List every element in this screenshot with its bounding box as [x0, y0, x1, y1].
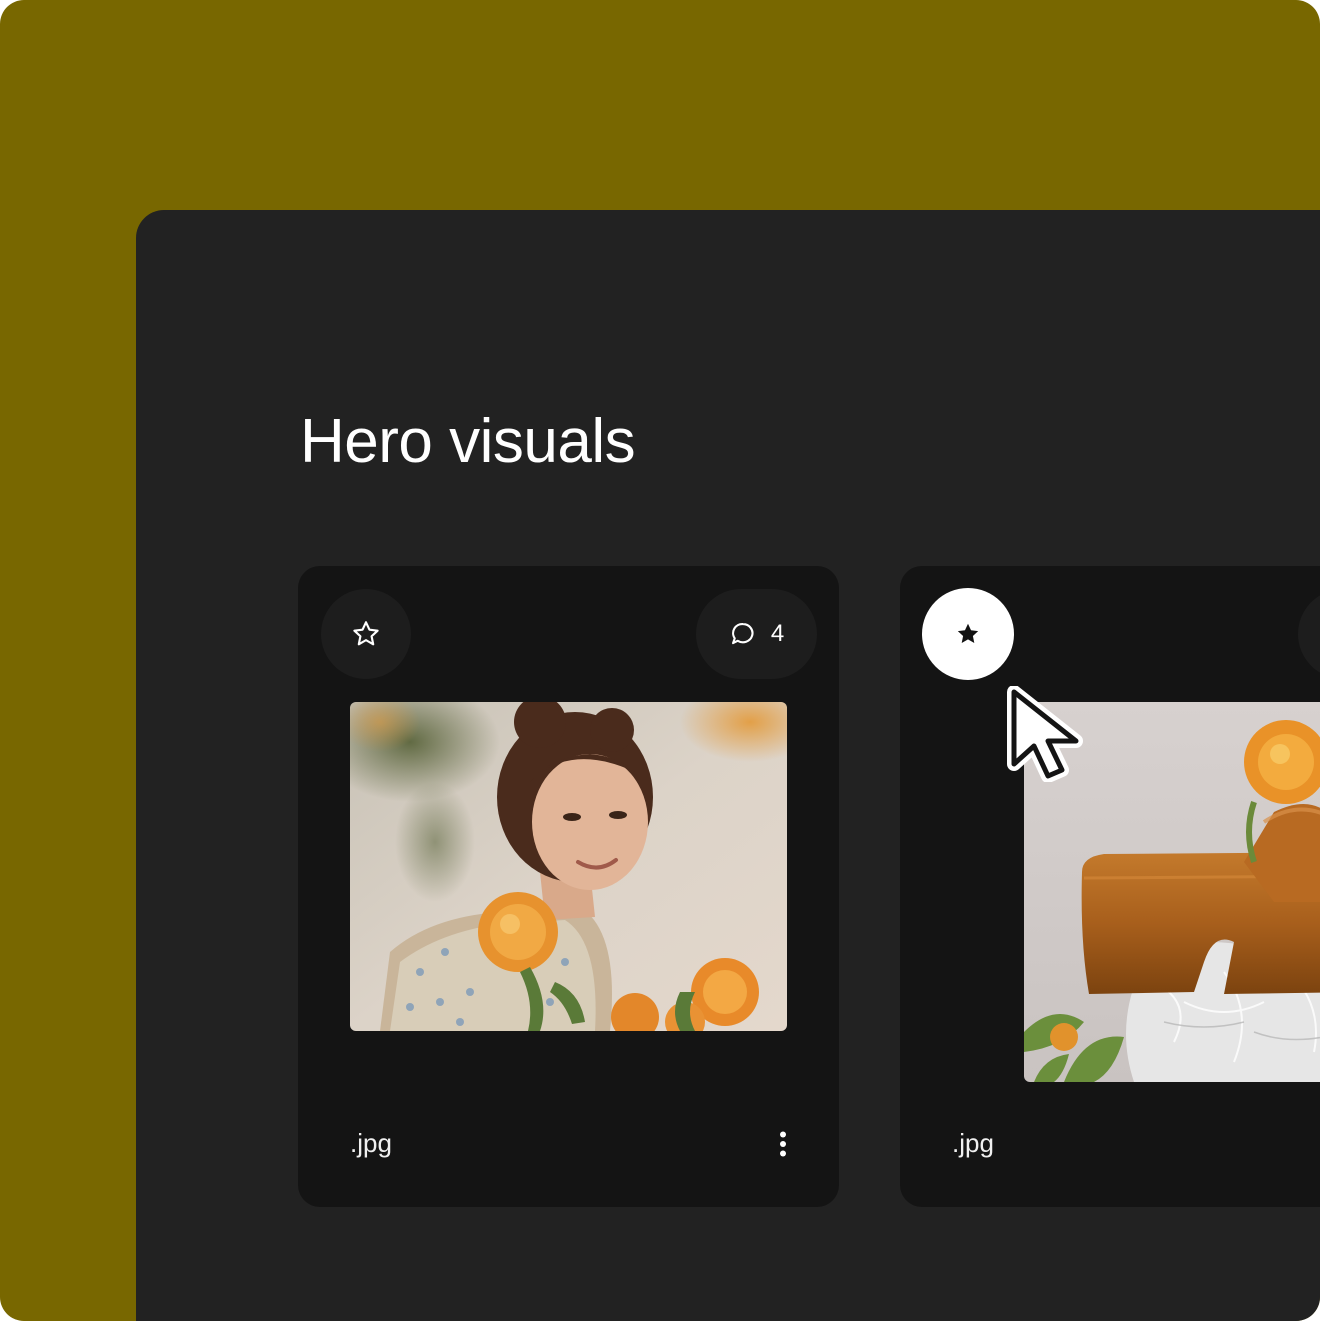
vertical-ellipsis-icon	[780, 1131, 786, 1157]
asset-card[interactable]: .jpg	[900, 566, 1320, 1207]
speech-bubble-icon	[731, 623, 754, 645]
more-options-button[interactable]	[768, 1126, 798, 1162]
favorite-button[interactable]	[922, 588, 1014, 680]
comments-button[interactable]	[1298, 589, 1320, 679]
section-title: Hero visuals	[300, 407, 636, 476]
mouse-pointer-icon	[1007, 686, 1083, 782]
asset-card[interactable]: 4 .jpg	[298, 566, 839, 1207]
asset-thumbnail[interactable]	[350, 702, 787, 1031]
comment-count: 4	[770, 620, 785, 647]
star-filled-icon	[957, 623, 979, 643]
content-panel: Hero visuals 4 .jpg .jpg	[136, 210, 1320, 1321]
file-extension: .jpg	[350, 1128, 392, 1158]
app-frame: Hero visuals 4 .jpg .jpg	[0, 0, 1320, 1321]
portrait-photo	[350, 702, 787, 1031]
favorite-button[interactable]	[321, 589, 411, 679]
comments-button[interactable]: 4	[696, 589, 817, 679]
file-extension: .jpg	[952, 1128, 994, 1158]
star-outline-icon	[353, 621, 379, 646]
